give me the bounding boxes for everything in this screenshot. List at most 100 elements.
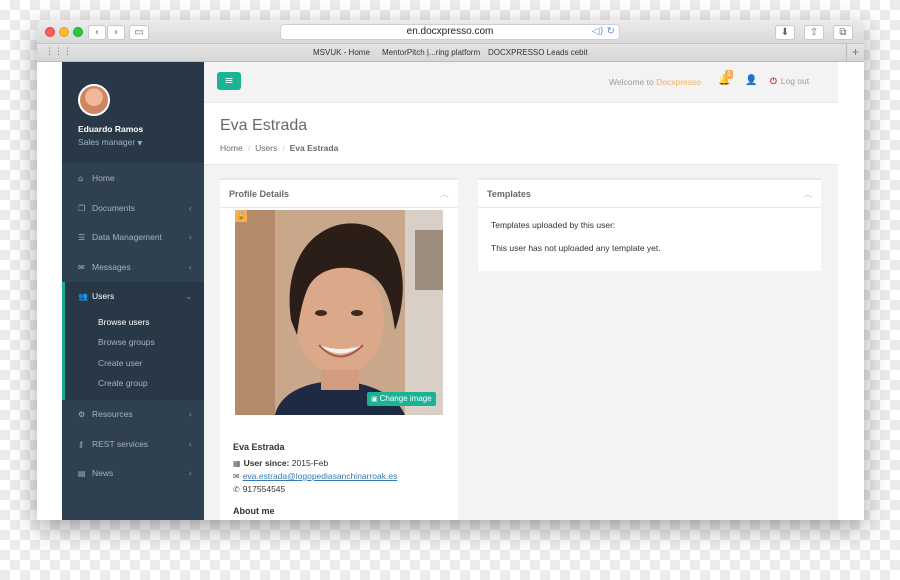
collapse-chevron-icon[interactable]: ︿ <box>440 187 449 200</box>
chevron-down-icon: ⌄ <box>185 292 192 301</box>
sidebar: Eduardo Ramos Sales manager ▼ ⌂ Home ❐ Doc… <box>62 62 204 520</box>
breadcrumb-separator: / <box>247 143 251 153</box>
user-since-label: User since: <box>243 458 290 468</box>
key-icon: ⚷ <box>78 439 84 449</box>
profile-role-dropdown[interactable]: Sales manager ▼ <box>78 137 142 147</box>
newspaper-icon: ▤ <box>78 469 86 478</box>
new-tab-button[interactable]: + <box>846 44 864 61</box>
download-icon[interactable]: ⬇ <box>775 25 795 40</box>
calendar-icon: ▦ <box>233 459 241 468</box>
home-icon: ⌂ <box>78 174 84 183</box>
cogs-icon: ⚙ <box>78 410 86 419</box>
sidebar-item-label: Resources <box>92 409 133 419</box>
sidebar-item-resources[interactable]: ⚙ Resources ‹ <box>62 400 204 430</box>
bookmark-msvuk[interactable]: MSVUK - Home <box>313 44 370 61</box>
user-icon[interactable]: 👤 <box>745 75 757 86</box>
chevron-left-icon: ‹ <box>188 203 192 213</box>
sidebar-item-users[interactable]: 👥 Users ⌄ <box>65 282 204 312</box>
close-window-button[interactable] <box>45 27 55 37</box>
sidebar-subitem-browse-users[interactable]: Browse users <box>65 312 204 333</box>
email-link[interactable]: eva.estrada@logopediasanchinarroak.es <box>243 471 398 481</box>
sidebar-item-documents[interactable]: ❐ Documents ‹ <box>62 194 204 224</box>
change-image-button[interactable]: ▣ Change image <box>367 392 436 406</box>
change-image-label: Change image <box>379 394 432 403</box>
database-icon: ☰ <box>78 233 86 242</box>
profile-name: Eduardo Ramos <box>78 124 144 134</box>
sidebar-item-messages[interactable]: ✉ Messages ‹ <box>62 253 204 283</box>
documents-icon: ❐ <box>78 203 86 213</box>
phone-value: 917554545 <box>242 484 286 494</box>
back-button[interactable]: ‹ <box>88 25 106 40</box>
bookmarks-bar: ⋮⋮⋮ MSVUK - Home MentorPitch |...ring pl… <box>37 44 864 62</box>
sidebar-item-label: REST services <box>92 438 149 449</box>
chevron-left-icon: ‹ <box>188 233 192 242</box>
templates-title: Templates <box>487 189 531 199</box>
logout-label: Log out <box>780 76 810 86</box>
tabs-overview-icon[interactable]: ⧉ <box>833 25 853 40</box>
templates-empty-message: This user has not uploaded any template … <box>491 243 661 253</box>
chevron-left-icon: ‹ <box>188 469 192 478</box>
bookmark-mentorpitch[interactable]: MentorPitch |...ring platform <box>382 44 480 61</box>
users-icon: 👥 <box>78 292 88 301</box>
caret-down-icon: ▼ <box>137 140 143 147</box>
about-me-heading: About me <box>233 506 275 516</box>
url-text: en.docxpresso.com <box>406 26 494 37</box>
user-since-value: 2015-Feb <box>291 458 329 468</box>
brand-name: Docxpresso <box>656 77 701 87</box>
breadcrumb-users[interactable]: Users <box>255 143 277 153</box>
profile-photo-image <box>235 210 443 415</box>
breadcrumb-home[interactable]: Home <box>220 143 243 153</box>
sidebar-item-home[interactable]: ⌂ Home <box>62 164 204 194</box>
breadcrumb: Home / Users / Eva Estrada <box>220 143 338 153</box>
envelope-icon: ✉ <box>78 262 85 272</box>
sidebar-item-label: Users <box>92 291 115 301</box>
templates-uploaded-label: Templates uploaded by this user: <box>491 220 616 230</box>
envelope-icon: ✉ <box>233 472 240 481</box>
sidebar-item-label: Messages <box>92 261 131 272</box>
page-title: Eva Estrada <box>220 117 308 134</box>
sidebar-group-users: 👥 Users ⌄ Browse users Browse groups Crea… <box>62 282 204 400</box>
notification-badge: 1 <box>725 70 733 79</box>
reload-icon[interactable]: ◁) ↻ <box>592 25 615 39</box>
forward-button[interactable]: › <box>107 25 125 40</box>
bookmark-docxpresso-leads[interactable]: DOCXPRESSO Leads cebit <box>488 44 588 61</box>
profile-details-panel: Profile Details ︿ 🔒 ▣ Change image Eva E… <box>220 178 458 520</box>
top-navbar: ≡ Welcome to Docxpresso 🔔 1 👤 ⏻ Log out <box>204 62 838 103</box>
browser-titlebar: ‹ › ▭ en.docxpresso.com ◁) ↻ ⬇ ⇧ ⧉ <box>37 20 864 44</box>
chevron-left-icon: ‹ <box>188 410 192 419</box>
avatar <box>78 84 110 116</box>
sidebar-item-rest-services[interactable]: ⚷ REST services ‹ <box>62 430 204 460</box>
share-icon[interactable]: ⇧ <box>804 25 824 40</box>
breadcrumb-separator: / <box>282 143 285 153</box>
profile-details-title: Profile Details <box>229 189 290 199</box>
breadcrumb-current: Eva Estrada <box>289 143 339 153</box>
sidebar-toggle-icon[interactable]: ▭ <box>129 25 149 40</box>
profile-photo <box>235 210 443 415</box>
address-bar[interactable]: en.docxpresso.com ◁) ↻ <box>280 24 620 40</box>
profile-name-heading: Eva Estrada <box>233 442 285 452</box>
collapse-chevron-icon[interactable]: ︿ <box>803 187 812 200</box>
menu-toggle-button[interactable]: ≡ <box>217 72 241 90</box>
sidebar-item-label: Documents <box>92 202 135 213</box>
zoom-window-button[interactable] <box>73 27 83 37</box>
sidebar-item-data-management[interactable]: ☰ Data Management ‹ <box>62 223 204 253</box>
sidebar-item-label: News <box>92 468 114 478</box>
phone-row: ✆ 917554545 <box>233 484 285 494</box>
email-row: ✉ eva.estrada@logopediasanchinarroak.es <box>233 471 397 481</box>
user-since-row: ▦ User since: 2015-Feb <box>233 458 328 468</box>
sidebar-subitem-browse-groups[interactable]: Browse groups <box>65 332 204 353</box>
sidebar-item-label: Home <box>92 173 115 183</box>
templates-panel: Templates ︿ Templates uploaded by this u… <box>478 178 821 271</box>
sidebar-subitem-create-group[interactable]: Create group <box>65 373 204 400</box>
sidebar-item-label: Data Management <box>92 232 162 242</box>
templates-header: Templates ︿ <box>478 180 821 208</box>
top-sites-grid-icon[interactable]: ⋮⋮⋮ <box>45 44 72 61</box>
phone-icon: ✆ <box>233 485 240 494</box>
logout-link[interactable]: ⏻ Log out <box>770 76 809 87</box>
hamburger-icon: ≡ <box>224 74 234 87</box>
minimize-window-button[interactable] <box>59 27 69 37</box>
profile-details-header: Profile Details ︿ <box>220 180 458 208</box>
sidebar-item-news[interactable]: ▤ News ‹ <box>62 459 204 489</box>
power-icon: ⏻ <box>770 77 777 87</box>
sidebar-subitem-create-user[interactable]: Create user <box>65 353 204 374</box>
